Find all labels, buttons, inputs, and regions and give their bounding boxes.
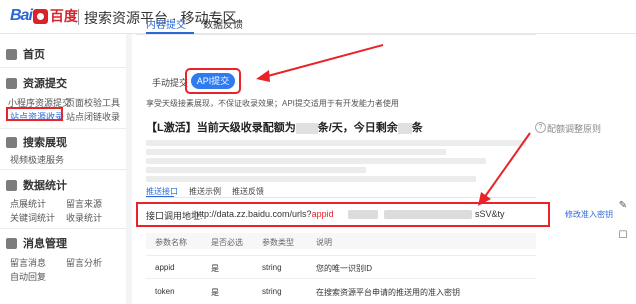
tab-push-example[interactable]: 推送示例 — [189, 186, 221, 197]
sidebar-item-page-check[interactable]: 页面校验工具 — [66, 96, 120, 109]
logo-text-cn: 百度 — [49, 8, 78, 24]
manual-submit-tab[interactable]: 手动提交 — [152, 76, 188, 89]
sidebar-home[interactable]: 首页 — [6, 46, 45, 62]
sidebar-section-message[interactable]: 消息管理 — [6, 235, 67, 251]
sidebar-section-resource[interactable]: 资源提交 — [6, 75, 67, 91]
sidebar-divider — [0, 169, 126, 170]
column-header: 说明 — [316, 238, 332, 247]
feedback-icon[interactable]: ✎ — [616, 200, 630, 218]
top-bar: Bai 百度 搜索资源平台 · 移动专区 — [0, 0, 636, 34]
faint-text-line — [146, 140, 526, 146]
faint-text-line — [146, 158, 486, 164]
api-url-tail: sSV&ty — [475, 209, 505, 219]
sidebar-item-index-stats[interactable]: 收录统计 — [66, 211, 102, 224]
notice-suffix: 条 — [411, 122, 423, 134]
notice-mid: 条/天，今日剩余 — [317, 122, 398, 134]
section-tabs-divider — [146, 197, 536, 198]
remaining-value-redacted — [397, 122, 412, 134]
table-cell: 是 — [211, 288, 219, 297]
edit-key-link[interactable]: 修改准入密钥 — [565, 209, 613, 220]
highlight-box-sidebar — [6, 107, 63, 121]
sidebar-section-label: 搜索展现 — [23, 137, 67, 149]
sidebar-item-auto-reply[interactable]: 自动回复 — [10, 270, 46, 283]
resource-icon — [6, 77, 17, 89]
quota-value-redacted — [295, 122, 318, 134]
table-cell: string — [262, 263, 282, 272]
table-cell: 在搜索资源平台申请的推送用的准入密钥 — [316, 288, 460, 297]
quota-notice: 【L激活】当前天级收录配额为 条/天，今日剩余 条 — [146, 119, 423, 135]
search-display-icon — [6, 136, 17, 148]
table-cell: string — [262, 287, 282, 296]
sidebar-item-messages[interactable]: 留言消息 — [10, 256, 46, 269]
table-cell: 您的唯一识别ID — [316, 264, 372, 273]
chat-icon[interactable]: ☐ — [616, 230, 630, 244]
logo-text-en: Bai — [10, 7, 33, 24]
help-icon: ? — [535, 122, 546, 133]
baidu-logo[interactable]: Bai 百度 — [10, 6, 78, 26]
table-cell: appid — [155, 263, 175, 272]
faint-text-line — [146, 176, 476, 182]
message-icon — [6, 237, 17, 249]
sidebar-item-source[interactable]: 留言来源 — [66, 197, 102, 210]
redacted-url-part — [384, 210, 472, 219]
faint-text-line — [146, 167, 366, 173]
row-divider — [146, 255, 536, 256]
api-url-tail-text: sSV&ty — [475, 209, 505, 219]
paw-icon — [32, 8, 48, 24]
description-text: 享受天级接素展现，不保证收录效果；API提交适用于有开发能力者使用 — [146, 99, 399, 108]
sidebar-home-label: 首页 — [23, 49, 45, 61]
sidebar-section-stats[interactable]: 数据统计 — [6, 177, 67, 193]
home-icon — [6, 48, 17, 60]
notice-prefix: 【L激活】当前天级收录配额为 — [146, 122, 296, 134]
faint-text-line — [146, 149, 446, 155]
sidebar-item-closed-link[interactable]: 站点闭链收录 — [66, 110, 120, 123]
row-divider — [146, 278, 536, 279]
highlight-box-api — [185, 68, 241, 94]
sidebar-divider — [0, 128, 126, 129]
sidebar-item-click-stats[interactable]: 点展统计 — [10, 197, 46, 210]
column-header: 参数类型 — [262, 238, 294, 247]
sidebar-section-search[interactable]: 搜索展现 — [6, 134, 67, 150]
tabs-divider — [136, 34, 536, 35]
sidebar-section-label: 数据统计 — [23, 180, 67, 192]
brand-divider — [78, 9, 79, 25]
sidebar-item-message-analysis[interactable]: 留言分析 — [66, 256, 102, 269]
redacted-url-part — [348, 210, 378, 219]
stats-icon — [6, 179, 17, 191]
api-url-prefix: http://data.zz.baidu.com/urls? — [194, 209, 312, 219]
column-header: 是否必选 — [211, 238, 243, 247]
quota-rule-link[interactable]: 配额调整原则 — [547, 122, 601, 135]
sidebar-item-video[interactable]: 视频极速服务 — [10, 153, 64, 166]
tab-push-feedback[interactable]: 推送反馈 — [232, 186, 264, 197]
column-header: 参数名称 — [155, 238, 187, 247]
table-header — [146, 233, 536, 249]
table-cell: 是 — [211, 264, 219, 273]
api-url[interactable]: http://data.zz.baidu.com/urls?appid — [194, 209, 334, 219]
table-cell: token — [155, 287, 175, 296]
sidebar-divider — [0, 228, 126, 229]
tab-data-feedback[interactable]: 数据反馈 — [203, 16, 243, 31]
tab-content-submit[interactable]: 内容提交 — [146, 16, 186, 31]
sidebar-divider — [0, 67, 126, 68]
sidebar-item-keyword-stats[interactable]: 关键词统计 — [10, 211, 55, 224]
sidebar-section-label: 资源提交 — [23, 78, 67, 90]
api-url-param: appid — [311, 209, 334, 219]
sidebar-section-label: 消息管理 — [23, 238, 67, 250]
